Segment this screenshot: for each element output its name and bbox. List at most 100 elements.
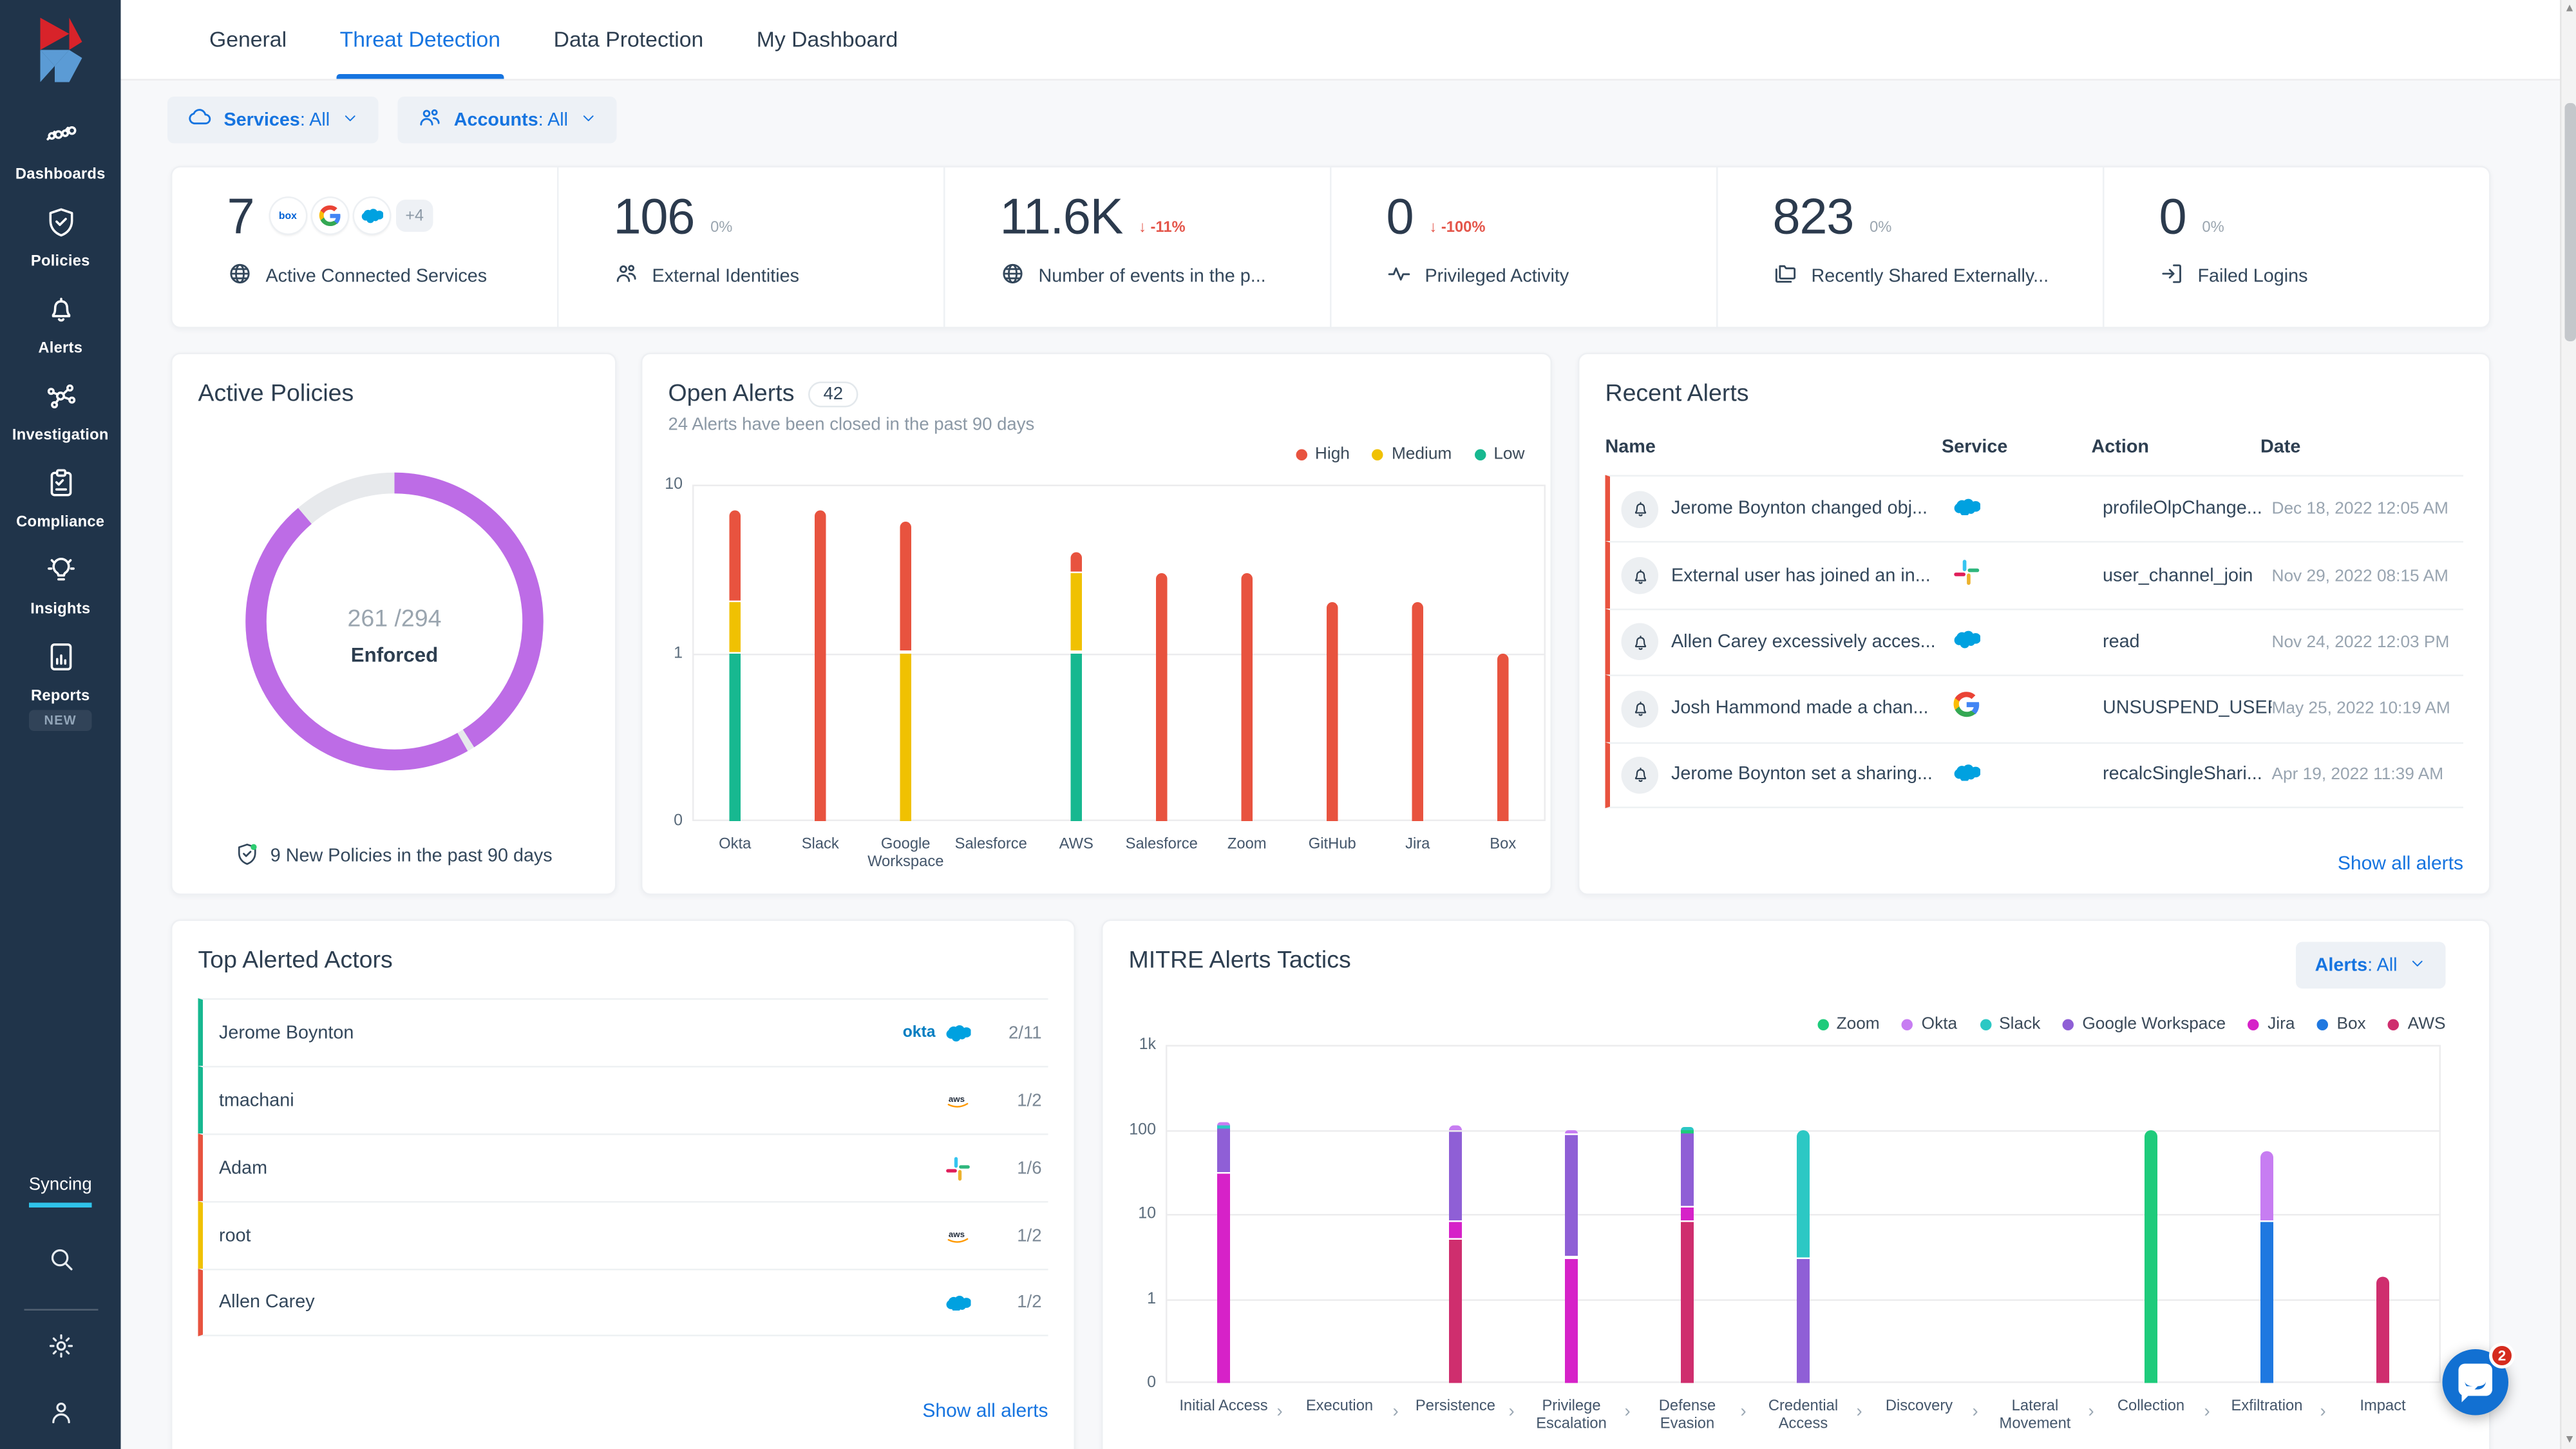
bar-segment[interactable] [1681, 1207, 1694, 1220]
tab-general[interactable]: General [209, 0, 287, 79]
bar-segment[interactable] [730, 653, 741, 821]
bell-avatar-icon [1622, 690, 1659, 728]
mitre-tactics-card: MITRE Alerts Tactics Alerts: All Zoom Ok… [1101, 920, 2491, 1449]
column-header-action[interactable]: Action [2092, 438, 2261, 457]
y-axis-tick: 100 [1114, 1121, 1156, 1139]
chat-widget-button[interactable]: 2 [2443, 1349, 2509, 1416]
alert-row[interactable]: External user has joined an in... user_c… [1605, 542, 2464, 608]
bar-segment[interactable] [1071, 551, 1083, 571]
bar-segment[interactable] [1449, 1132, 1462, 1220]
kpi-active-connected-services[interactable]: 7 box +4 Active Connected Services [173, 167, 558, 327]
alert-row[interactable]: Josh Hammond made a chan... UNSUSPEND_US… [1605, 675, 2464, 741]
alert-row[interactable]: Jerome Boynton set a sharing... recalcSi… [1605, 741, 2464, 808]
search-icon[interactable] [46, 1245, 75, 1282]
column-header-date[interactable]: Date [2260, 438, 2463, 457]
kpi-label: Recently Shared Externally... [1812, 267, 2049, 286]
kpi-number-of-events-in-the-p[interactable]: 11.6K ↓ -11% Number of events in the p..… [943, 167, 1330, 327]
svg-text:aws: aws [949, 1229, 965, 1238]
actor-service-logos [945, 1294, 971, 1311]
bar-segment[interactable] [900, 653, 912, 821]
tab-data-protection[interactable]: Data Protection [554, 0, 704, 79]
actor-row[interactable]: Jerome Boynton okta 2/11 [198, 998, 1048, 1066]
bar-segment[interactable] [1565, 1130, 1578, 1134]
kpi-external-identities[interactable]: 106 0% External Identities [557, 167, 943, 327]
tab-threat-detection[interactable]: Threat Detection [340, 0, 501, 79]
kpi-service-logos: box +4 [270, 198, 433, 234]
sidebar-item-alerts[interactable]: Alerts [0, 282, 121, 369]
kpi-label: Privileged Activity [1425, 267, 1569, 286]
bell-avatar-icon [1622, 624, 1659, 661]
sidebar-item-investigation[interactable]: Investigation [0, 369, 121, 456]
bar-segment[interactable] [730, 511, 741, 601]
bar-segment[interactable] [1497, 653, 1509, 821]
bar-segment[interactable] [1412, 602, 1424, 821]
more-services-badge: +4 [395, 200, 433, 232]
actor-row[interactable]: Adam 1/6 [198, 1133, 1048, 1201]
kpi-recently-shared-externally[interactable]: 823 0% Recently Shared Externally... [1716, 167, 2103, 327]
bar-segment[interactable] [730, 602, 741, 651]
kpi-privileged-activity[interactable]: 0 ↓ -100% Privileged Activity [1330, 167, 1716, 327]
bar-segment[interactable] [2145, 1130, 2157, 1383]
gear-icon[interactable] [46, 1332, 75, 1369]
bar-segment[interactable] [1217, 1128, 1230, 1172]
salesforce-logo-icon [1953, 762, 1981, 781]
sidebar-item-label: Reports [31, 688, 90, 706]
kpi-failed-logins[interactable]: 0 0% Failed Logins [2103, 167, 2489, 327]
show-all-alerts-link[interactable]: Show all alerts [922, 1399, 1048, 1422]
users-icon [614, 261, 639, 292]
cloud-icon [187, 105, 213, 136]
bar-segment[interactable] [2376, 1277, 2389, 1383]
chevron-right-icon: › [1277, 1403, 1283, 1422]
alert-name: Allen Carey excessively acces... [1671, 632, 1936, 652]
bar-segment[interactable] [1565, 1258, 1578, 1383]
actor-service-logos: aws [945, 1227, 971, 1244]
bar-segment[interactable] [1797, 1130, 1810, 1257]
sidebar-item-dashboards[interactable]: Dashboards [0, 108, 121, 195]
column-header-service[interactable]: Service [1942, 438, 2092, 457]
bar-segment[interactable] [1071, 653, 1083, 821]
actor-row[interactable]: root aws 1/2 [198, 1201, 1048, 1269]
column-header-name[interactable]: Name [1605, 438, 1942, 457]
bar-segment[interactable] [1565, 1135, 1578, 1256]
bar-segment[interactable] [900, 522, 912, 651]
x-axis-label: Discovery [1866, 1397, 1973, 1416]
sidebar-item-policies[interactable]: Policies [0, 195, 121, 282]
bar-segment[interactable] [1217, 1174, 1230, 1383]
user-icon[interactable] [46, 1397, 75, 1435]
sidebar-item-insights[interactable]: Insights [0, 543, 121, 630]
y-axis-tick: 10 [1114, 1205, 1156, 1223]
page-scrollbar[interactable]: ▲ ▼ [2560, 0, 2576, 1449]
scrollbar-thumb[interactable] [2564, 103, 2575, 341]
bar-segment[interactable] [815, 511, 826, 821]
alert-action: UNSUSPEND_USER [2103, 699, 2272, 719]
bar-segment[interactable] [1242, 573, 1253, 821]
bar-segment[interactable] [1071, 573, 1083, 651]
bar-segment[interactable] [1217, 1122, 1230, 1126]
bar-segment[interactable] [1156, 573, 1168, 821]
alert-row[interactable]: Allen Carey excessively acces... read No… [1605, 608, 2464, 674]
bar-segment[interactable] [1327, 602, 1338, 821]
alert-row[interactable]: Jerome Boynton changed obj... profileOlp… [1605, 475, 2464, 542]
bar-segment[interactable] [1217, 1126, 1230, 1129]
actor-row[interactable]: tmachani aws 1/2 [198, 1066, 1048, 1133]
services-filter-dropdown[interactable]: Services: All [167, 97, 378, 144]
sidebar-item-compliance[interactable]: Compliance [0, 456, 121, 543]
bar-segment[interactable] [1681, 1132, 1694, 1206]
sidebar-item-reports[interactable]: Reports NEW [0, 630, 121, 743]
bar-segment[interactable] [1797, 1258, 1810, 1383]
bar-segment[interactable] [1449, 1239, 1462, 1383]
bar-segment[interactable] [1449, 1222, 1462, 1238]
docontrol-logo[interactable] [26, 15, 94, 86]
actor-row[interactable]: Allen Carey 1/2 [198, 1269, 1048, 1336]
scroll-up-arrow[interactable]: ▲ [2563, 3, 2576, 15]
bar-segment[interactable] [1449, 1126, 1462, 1130]
show-all-alerts-link[interactable]: Show all alerts [2338, 852, 2463, 875]
bar-segment[interactable] [2260, 1222, 2273, 1383]
tab-my-dashboard[interactable]: My Dashboard [757, 0, 898, 79]
mitre-tactics-chart: 1k1001010Initial Access›Execution›Persis… [1103, 921, 2490, 1449]
aws-logo-icon: aws [945, 1092, 971, 1108]
scroll-down-arrow[interactable]: ▼ [2563, 1435, 2576, 1446]
accounts-filter-dropdown[interactable]: Accounts: All [397, 97, 616, 144]
bar-segment[interactable] [1681, 1222, 1694, 1383]
bar-segment[interactable] [2260, 1151, 2273, 1221]
